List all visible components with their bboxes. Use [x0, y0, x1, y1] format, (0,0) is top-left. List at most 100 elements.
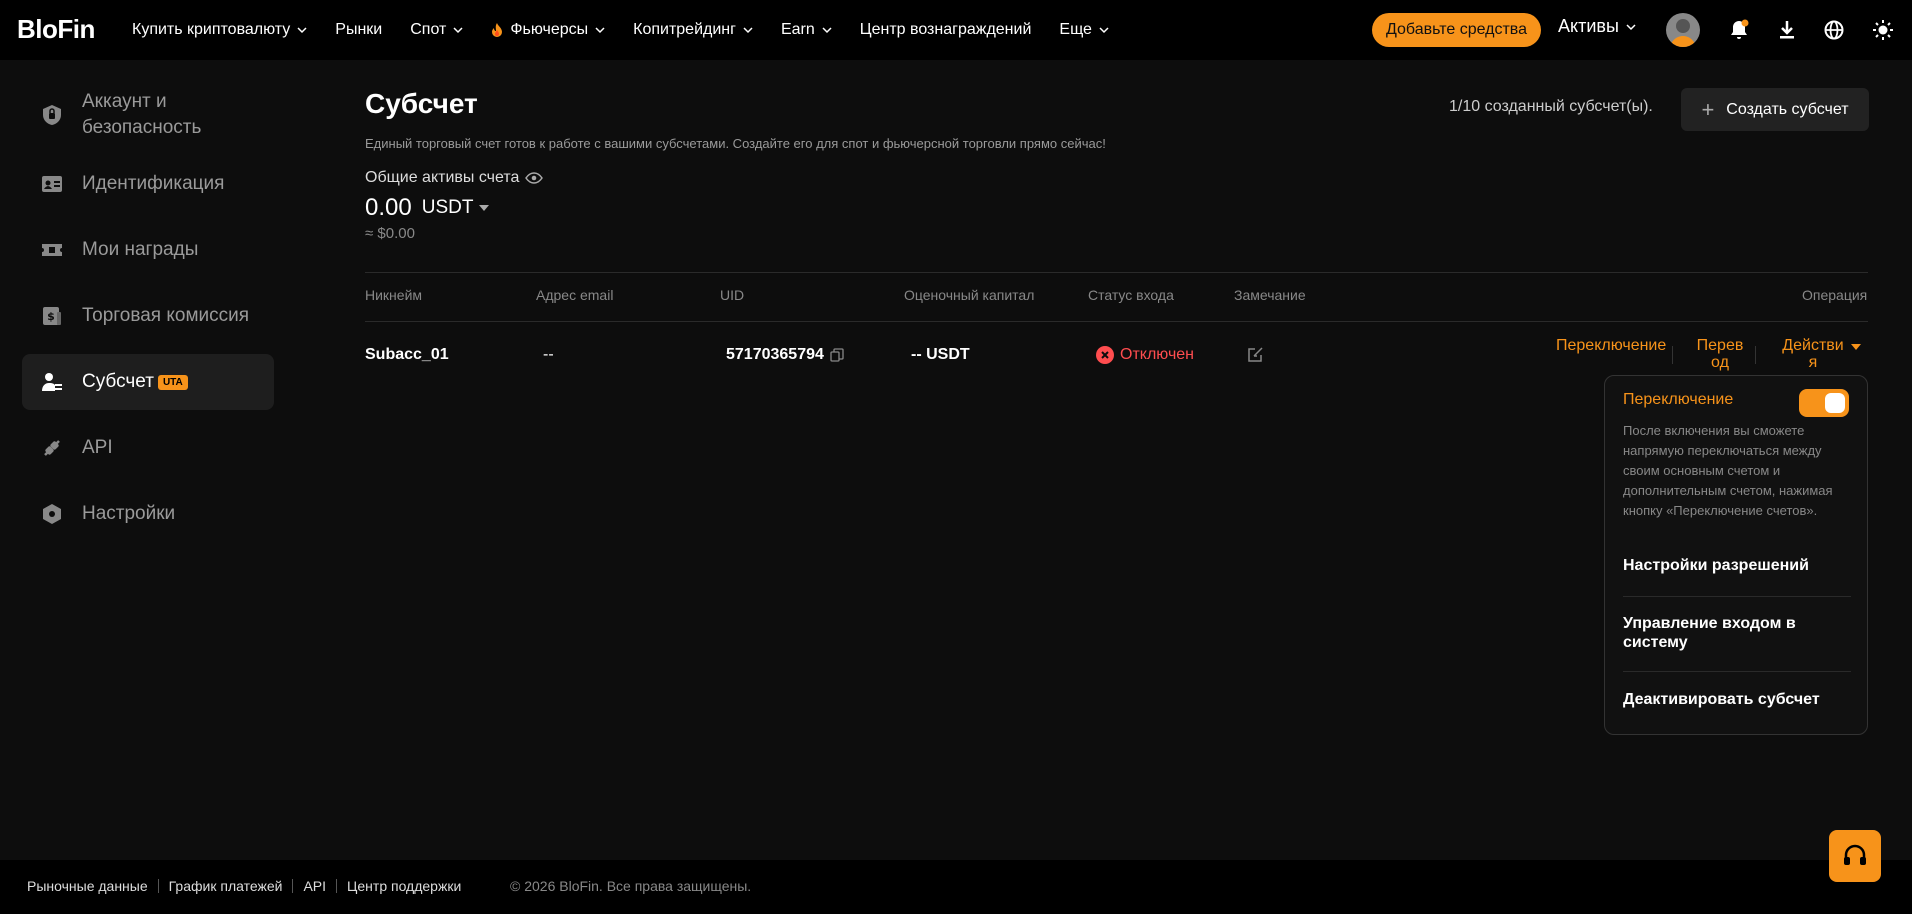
header-equity: Оценочный капитал: [904, 287, 1035, 303]
top-navigation-bar: BloFin Купить криптовалюту Рынки Спот Фь…: [0, 0, 1912, 60]
subaccount-count: 1/10 созданный субсчет(ы).: [1449, 98, 1653, 115]
id-card-icon: [42, 176, 62, 192]
caret-down-icon[interactable]: [479, 205, 490, 211]
sidebar-item-trading-fee[interactable]: $ Торговая комиссия: [22, 288, 274, 344]
footer-links: Рыночные данные График платежей API Цент…: [27, 878, 461, 894]
header-note: Замечание: [1234, 287, 1306, 303]
plus-icon: +: [1701, 96, 1715, 122]
nav-label: Еще: [1059, 21, 1092, 38]
chevron-down-icon: [743, 27, 753, 34]
nav-earn[interactable]: Earn: [781, 21, 832, 39]
divider: [1623, 596, 1851, 597]
chevron-down-icon: [595, 27, 605, 34]
uid-value: 57170365794: [726, 346, 824, 363]
nav-copytrading[interactable]: Копитрейдинг: [633, 21, 753, 39]
switch-setting-title: Переключение: [1623, 391, 1734, 408]
edit-icon[interactable]: [1247, 346, 1264, 363]
fee-icon: $: [43, 307, 61, 325]
cell-email: --: [543, 346, 554, 363]
chevron-down-icon: [453, 27, 463, 34]
eye-icon[interactable]: [525, 172, 544, 184]
assets-menu[interactable]: Активы: [1558, 16, 1636, 37]
account-sidebar: Аккаунт и безопасность Идентификация Мои…: [22, 80, 274, 552]
nav-label: Фьючерсы: [510, 21, 589, 38]
sidebar-item-settings[interactable]: Настройки: [22, 486, 274, 542]
bell-icon[interactable]: [1727, 18, 1751, 42]
copyright: © 2026 BloFin. Все права защищены.: [510, 878, 752, 894]
sidebar-item-subaccount[interactable]: Субсчет UTA: [22, 354, 274, 410]
cell-uid: 57170365794: [726, 346, 844, 364]
total-assets-text: Общие активы счета: [365, 169, 520, 186]
cell-equity: -- USDT: [911, 346, 970, 363]
nav-spot[interactable]: Спот: [410, 21, 463, 39]
footer-link-market-data[interactable]: Рыночные данные: [27, 878, 148, 894]
nav-markets[interactable]: Рынки: [335, 21, 382, 39]
globe-icon[interactable]: [1822, 18, 1846, 42]
create-subaccount-label: Создать субсчет: [1726, 100, 1849, 118]
nav-rewards-center[interactable]: Центр вознаграждений: [860, 21, 1032, 39]
divider: [365, 272, 1868, 273]
headset-icon: [1844, 844, 1866, 865]
nav-more[interactable]: Еще: [1059, 21, 1109, 39]
fire-icon: [492, 23, 503, 37]
shield-icon: [43, 105, 61, 125]
nav-label: Центр вознаграждений: [859, 21, 1032, 38]
sidebar-item-label: Мои награды: [82, 239, 199, 260]
sidebar-item-api[interactable]: API: [22, 420, 274, 476]
nav-label: Earn: [780, 21, 815, 38]
copy-icon[interactable]: [830, 348, 844, 362]
chevron-down-icon: [297, 27, 307, 34]
blofin-logo[interactable]: BloFin: [17, 14, 95, 45]
uta-badge: UTA: [157, 374, 188, 390]
footer-link-api[interactable]: API: [303, 878, 326, 894]
add-funds-button[interactable]: Добавьте средства: [1372, 13, 1542, 47]
support-chat-button[interactable]: [1829, 830, 1881, 882]
currency-select[interactable]: USDT: [422, 197, 474, 219]
svg-text:$: $: [47, 310, 55, 323]
separator: [336, 879, 338, 893]
separator: [157, 879, 159, 893]
deactivate-subaccount-item[interactable]: Деактивировать субсчет: [1623, 690, 1853, 709]
status-text: Отключен: [1120, 346, 1195, 363]
close-circle-icon: [1096, 346, 1114, 364]
header-nickname: Никнейм: [365, 287, 423, 303]
total-balance: 0.00 USDT: [365, 194, 490, 222]
permission-settings-item[interactable]: Настройки разрешений: [1623, 556, 1853, 575]
header-login-status: Статус входа: [1088, 287, 1174, 303]
login-management-item[interactable]: Управление входом в систему: [1623, 614, 1853, 652]
footer-link-fee-schedule[interactable]: График платежей: [169, 878, 283, 894]
separator: [1755, 346, 1756, 364]
switch-toggle[interactable]: [1799, 389, 1849, 417]
assets-label: Активы: [1558, 16, 1619, 36]
page-description: Единый торговый счет готов к работе с ва…: [365, 136, 1106, 151]
main-nav: Купить криптовалюту Рынки Спот Фьючерсы …: [132, 0, 1137, 60]
nav-futures[interactable]: Фьючерсы: [491, 21, 605, 39]
sidebar-item-account-security[interactable]: Аккаунт и безопасность: [22, 80, 274, 150]
switch-account-link[interactable]: Переключение: [1556, 337, 1666, 354]
separator: [1672, 346, 1673, 364]
footer-link-support-center[interactable]: Центр поддержки: [347, 878, 461, 894]
actions-link[interactable]: Действия: [1781, 337, 1871, 371]
user-avatar-icon: [1670, 19, 1696, 47]
transfer-link[interactable]: Перевод: [1696, 337, 1744, 371]
sidebar-item-label: Аккаунт и безопасность: [82, 91, 202, 138]
actions-dropdown: Переключение После включения вы сможете …: [1604, 375, 1868, 735]
cell-nickname: Subacc_01: [365, 346, 449, 363]
footer: Рыночные данные График платежей API Цент…: [0, 860, 1912, 914]
usd-equivalent: ≈ $0.00: [365, 225, 415, 242]
chevron-down-icon: [1099, 27, 1109, 34]
theme-sun-icon[interactable]: [1871, 18, 1895, 42]
ticket-icon: [42, 244, 62, 256]
sidebar-item-label: Идентификация: [82, 173, 225, 194]
sidebar-item-rewards[interactable]: Мои награды: [22, 222, 274, 278]
actions-label: Действия: [1782, 337, 1844, 371]
chevron-down-icon: [1626, 23, 1636, 30]
avatar[interactable]: [1666, 13, 1700, 47]
download-icon[interactable]: [1775, 18, 1799, 42]
nav-buy-crypto[interactable]: Купить криптовалюту: [132, 21, 307, 39]
sidebar-item-label: API: [82, 437, 113, 458]
page-title: Субсчет: [365, 88, 478, 119]
caret-down-icon: [1851, 344, 1861, 350]
create-subaccount-button[interactable]: + Создать субсчет: [1681, 88, 1869, 131]
sidebar-item-identification[interactable]: Идентификация: [22, 156, 274, 212]
